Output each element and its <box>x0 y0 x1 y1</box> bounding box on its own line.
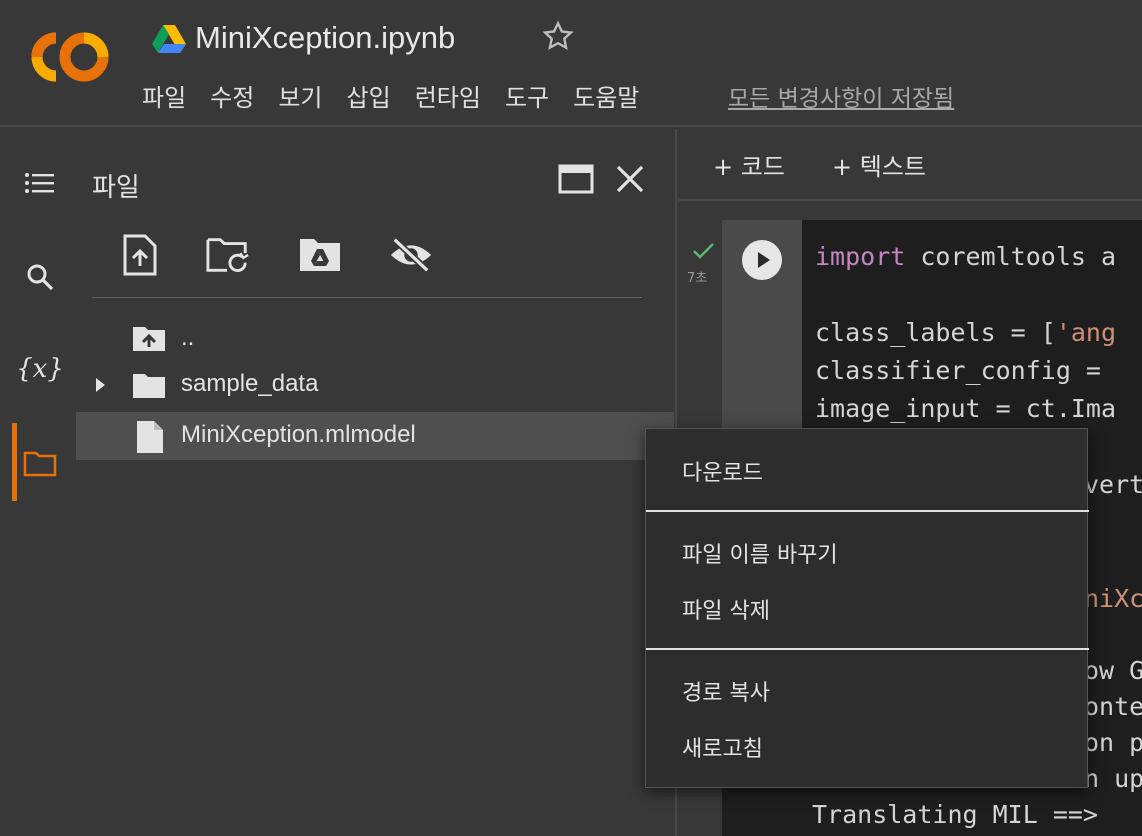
tree-item-sample-data[interactable]: sample_data <box>76 361 674 409</box>
folder-refresh-icon <box>206 238 249 272</box>
code-line: class_labels = ['ang <box>815 318 1117 347</box>
menu-item-refresh[interactable]: 새로고침 <box>682 731 763 763</box>
window-icon <box>558 164 594 194</box>
toc-icon <box>25 173 54 193</box>
add-code-button[interactable]: + 코드 <box>713 147 785 182</box>
execution-time: 7초 <box>687 271 708 286</box>
output-line: Translating MIL ==> <box>812 800 1114 829</box>
add-text-button[interactable]: + 텍스트 <box>832 147 926 182</box>
upload-file-icon <box>123 234 157 276</box>
close-icon <box>616 165 644 193</box>
variables-button[interactable]: {x} <box>14 343 66 395</box>
header: MiniXception.ipynb 파일 수정 보기 삽입 런타임 도구 도움… <box>0 0 1142 127</box>
hide-hidden-files-button[interactable] <box>389 233 433 277</box>
star-icon[interactable] <box>540 18 576 54</box>
close-panel-button[interactable] <box>610 159 650 199</box>
tree-item-label: .. <box>181 324 195 351</box>
files-button[interactable] <box>14 437 66 489</box>
panel-divider <box>92 297 642 298</box>
menu-separator <box>646 510 1089 512</box>
upload-button[interactable] <box>118 233 162 277</box>
refresh-button[interactable] <box>206 233 250 277</box>
tree-item-label: MiniXception.mlmodel <box>181 421 416 448</box>
folder-up-icon <box>133 327 165 351</box>
menu-edit[interactable]: 수정 <box>210 78 254 113</box>
folder-icon <box>23 451 57 477</box>
context-menu: 다운로드 파일 이름 바꾸기 파일 삭제 경로 복사 새로고침 <box>645 428 1089 788</box>
colab-logo[interactable] <box>28 30 112 84</box>
code-line: niXc <box>1084 584 1142 613</box>
files-panel: 파일 .. sample_data MiniXception.mlmodel <box>76 129 677 836</box>
output-line: ow G <box>1084 656 1142 685</box>
code-line: vert <box>1084 470 1142 499</box>
check-icon <box>693 243 714 259</box>
code-line: classifier_config = <box>815 356 1117 385</box>
chevron-right-icon[interactable] <box>94 377 106 393</box>
file-icon <box>137 421 163 453</box>
menu-item-copy-path[interactable]: 경로 복사 <box>682 675 770 707</box>
folder-icon <box>133 374 165 398</box>
menu-bar: 파일 수정 보기 삽입 런타임 도구 도움말 <box>142 78 663 113</box>
code-line: image_input = ct.Ima <box>815 394 1117 423</box>
google-drive-icon <box>152 25 186 53</box>
open-in-tab-button[interactable] <box>556 159 596 199</box>
code-line: import coremltools a <box>815 242 1117 271</box>
menu-separator <box>646 648 1089 650</box>
menu-help[interactable]: 도움말 <box>573 78 639 113</box>
mount-drive-button[interactable] <box>298 233 342 277</box>
tree-item-parent[interactable]: .. <box>76 315 674 363</box>
search-icon <box>27 264 54 291</box>
menu-item-rename[interactable]: 파일 이름 바꾸기 <box>682 537 838 569</box>
panel-title: 파일 <box>92 173 140 203</box>
output-line: n up <box>1084 764 1142 793</box>
variables-icon: {x} <box>16 354 64 384</box>
menu-item-download[interactable]: 다운로드 <box>682 455 763 487</box>
eye-off-icon <box>390 237 432 273</box>
menu-tools[interactable]: 도구 <box>505 78 549 113</box>
save-status[interactable]: 모든 변경사항이 저장됨 <box>728 79 954 113</box>
notebook-title[interactable]: MiniXception.ipynb <box>195 20 455 56</box>
menu-insert[interactable]: 삽입 <box>347 78 391 113</box>
run-cell-button[interactable] <box>742 240 782 280</box>
drive-folder-icon <box>300 239 340 271</box>
output-line: on p <box>1084 728 1142 757</box>
toc-button[interactable] <box>14 159 66 211</box>
tree-item-mlmodel[interactable]: MiniXception.mlmodel <box>76 412 674 460</box>
menu-runtime[interactable]: 런타임 <box>415 78 481 113</box>
tree-item-label: sample_data <box>181 370 319 397</box>
menu-view[interactable]: 보기 <box>278 78 322 113</box>
search-button[interactable] <box>14 251 66 303</box>
left-rail: {x} <box>0 129 76 836</box>
menu-item-delete[interactable]: 파일 삭제 <box>682 593 770 625</box>
output-line: onte <box>1084 692 1142 721</box>
notebook-toolbar: + 코드 + 텍스트 <box>679 129 1142 201</box>
menu-file[interactable]: 파일 <box>142 78 186 113</box>
